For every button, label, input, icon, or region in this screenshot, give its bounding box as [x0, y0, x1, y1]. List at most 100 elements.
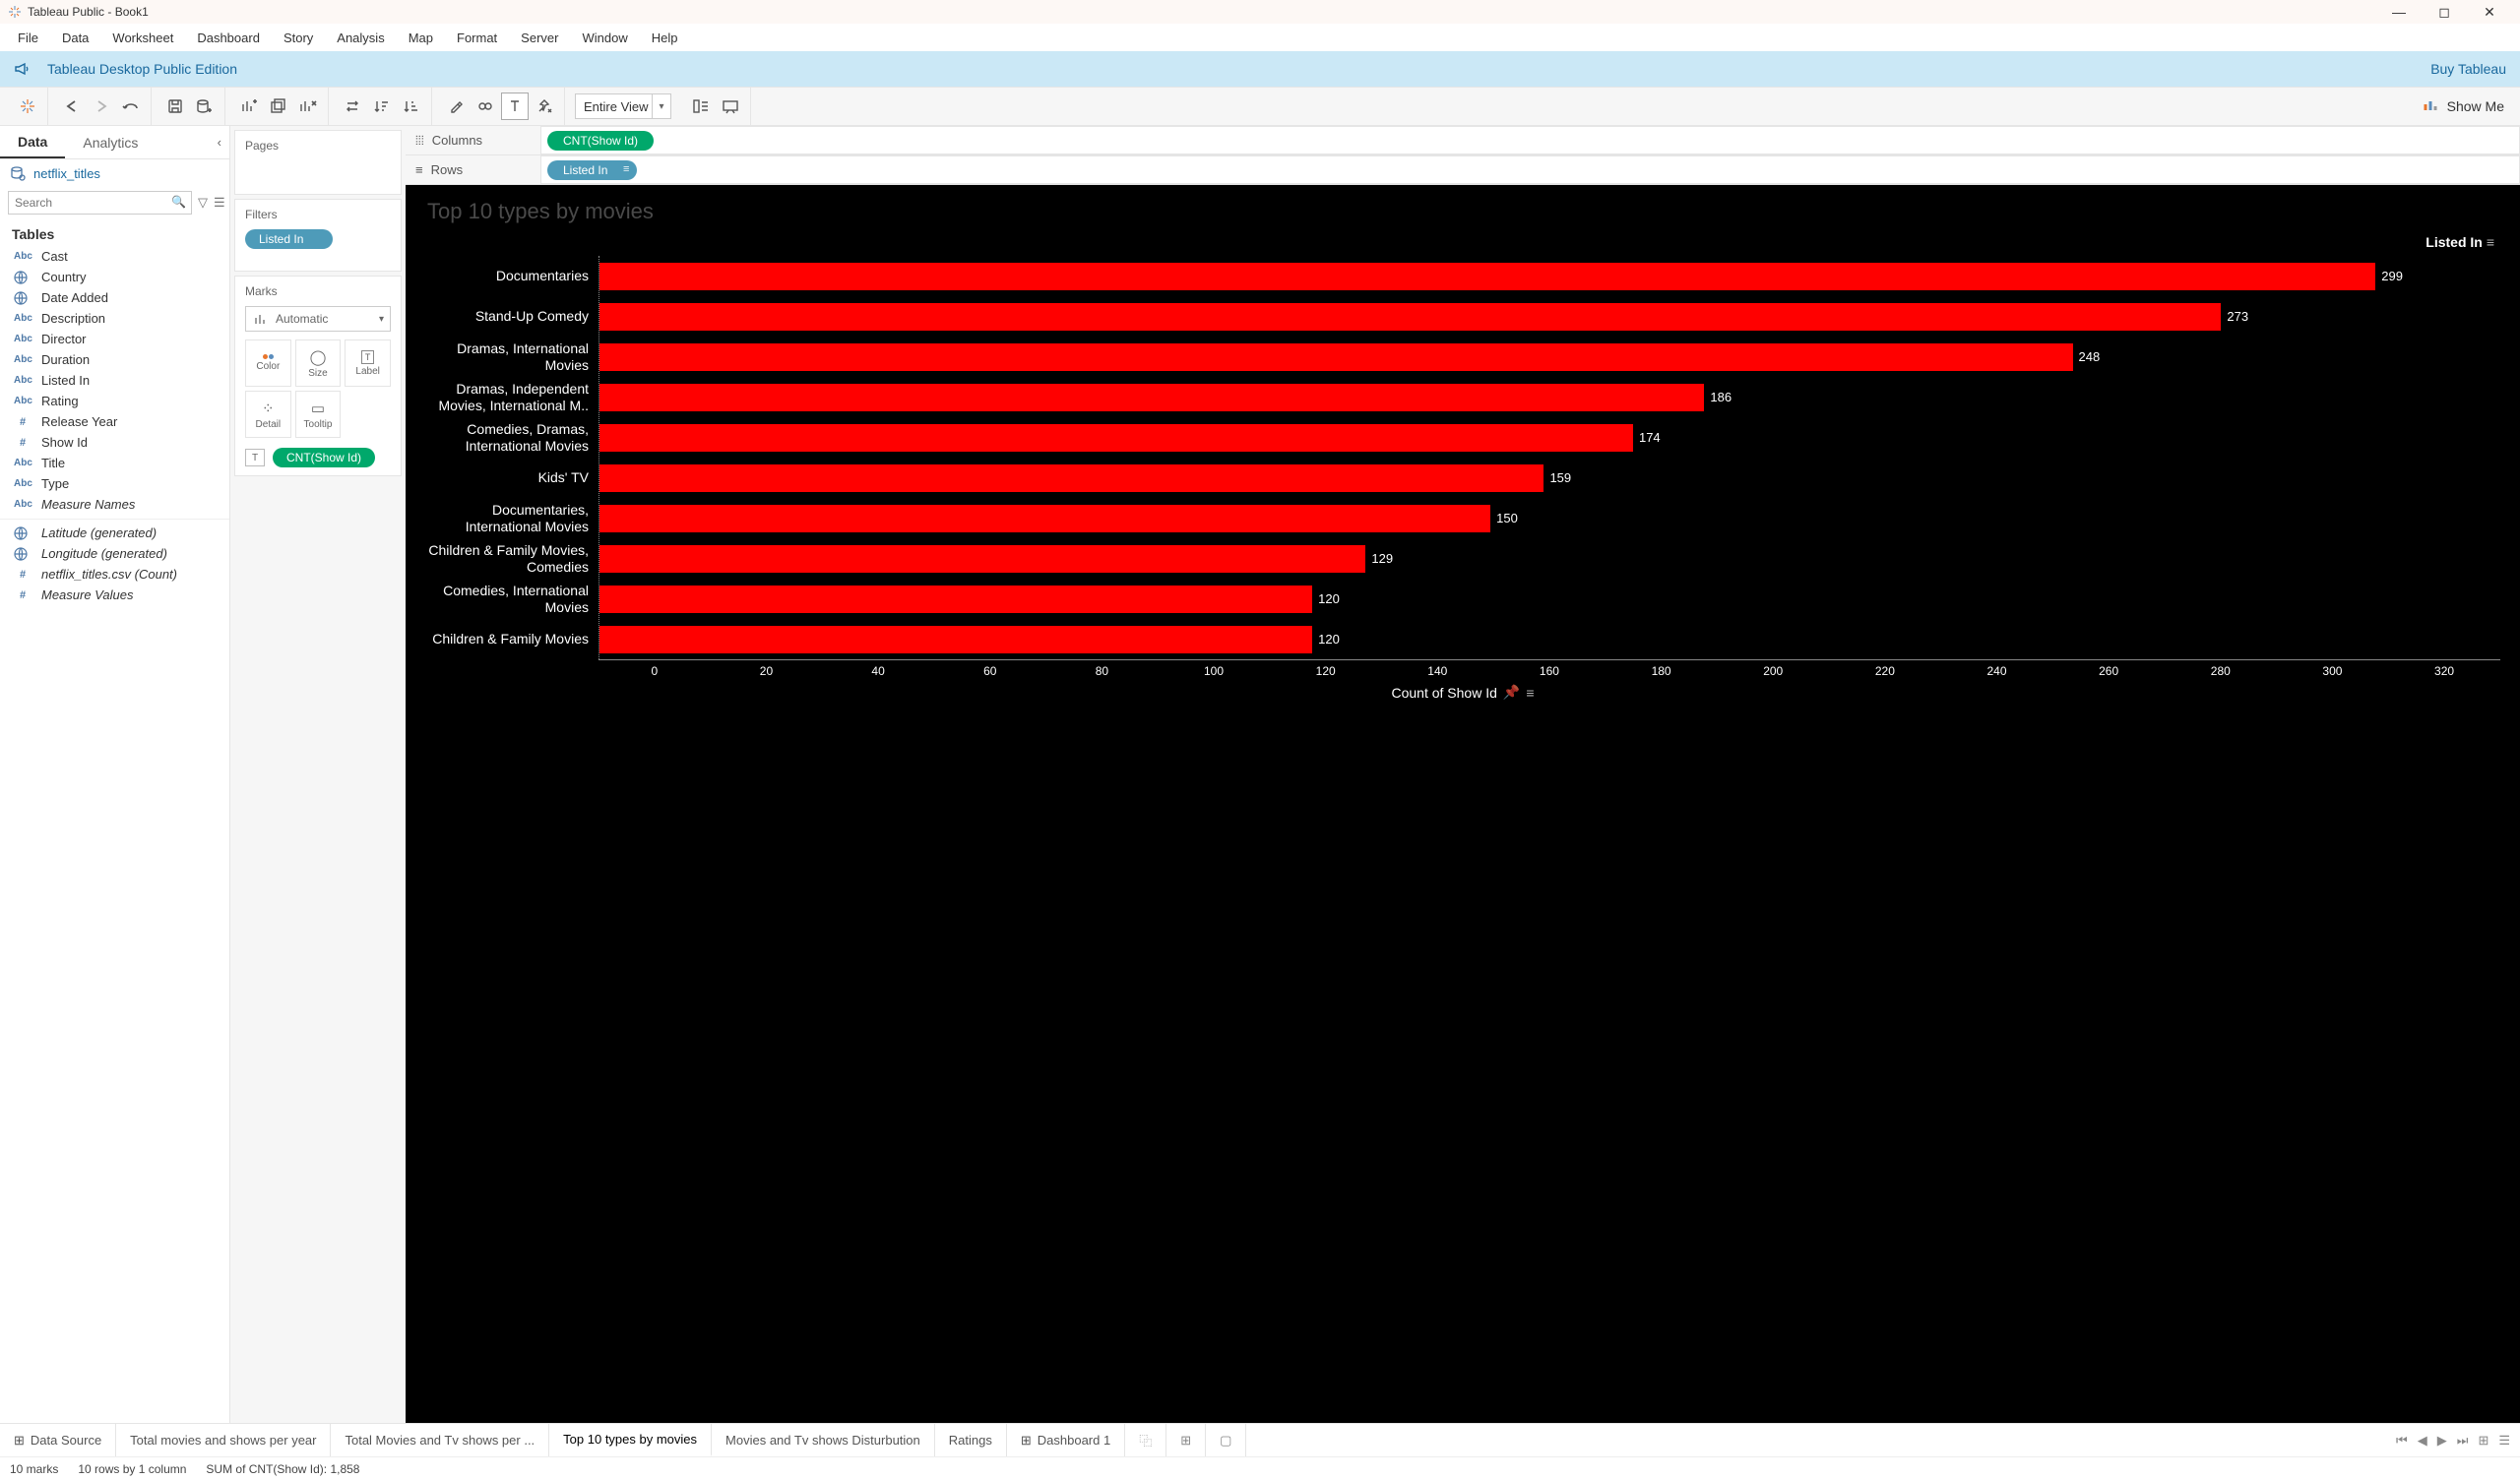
bar[interactable] [599, 586, 1312, 613]
columns-pill[interactable]: CNT(Show Id) [547, 131, 654, 151]
rows-shelf[interactable]: ≡Rows Listed In [406, 155, 2520, 185]
clear-button[interactable] [294, 92, 322, 120]
field-latitude-generated-[interactable]: Latitude (generated) [0, 519, 229, 543]
sort-asc-button[interactable] [368, 92, 396, 120]
tabs-grid-icon[interactable]: ⊞ [2478, 1433, 2488, 1449]
field-release-year[interactable]: #Release Year [0, 411, 229, 432]
group-button[interactable] [472, 92, 499, 120]
menu-story[interactable]: Story [272, 27, 325, 49]
field-rating[interactable]: AbcRating [0, 391, 229, 411]
view-icon[interactable]: ☰ [214, 195, 225, 211]
collapse-pane-icon[interactable]: ‹ [210, 135, 229, 150]
menu-dashboard[interactable]: Dashboard [185, 27, 272, 49]
filter-pill[interactable]: Listed In [245, 229, 333, 249]
tab-dashboard-1[interactable]: ⊞Dashboard 1 [1007, 1424, 1125, 1456]
mark-detail[interactable]: ⁘Detail [245, 391, 291, 438]
forward-button[interactable] [88, 92, 115, 120]
labels-button[interactable] [501, 92, 529, 120]
columns-shelf[interactable]: ⦙⦙⦙Columns CNT(Show Id) [406, 126, 2520, 155]
bar[interactable] [599, 464, 1544, 492]
menu-server[interactable]: Server [509, 27, 570, 49]
tab-data[interactable]: Data [0, 126, 65, 158]
swap-button[interactable] [339, 92, 366, 120]
tab-sheet-3[interactable]: Top 10 types by movies [549, 1424, 712, 1456]
show-cards-button[interactable] [687, 92, 715, 120]
undo-button[interactable] [117, 92, 145, 120]
show-me-button[interactable]: Show Me [2424, 98, 2512, 114]
menu-data[interactable]: Data [50, 27, 100, 49]
menu-help[interactable]: Help [640, 27, 690, 49]
close-button[interactable]: ✕ [2467, 0, 2512, 24]
next-tab-icon[interactable]: ▶ [2437, 1433, 2447, 1449]
mark-tooltip[interactable]: ▭Tooltip [295, 391, 342, 438]
field-date-added[interactable]: Date Added [0, 287, 229, 308]
field-director[interactable]: AbcDirector [0, 329, 229, 349]
field-title[interactable]: AbcTitle [0, 453, 229, 473]
field-duration[interactable]: AbcDuration [0, 349, 229, 370]
bar[interactable] [599, 424, 1633, 452]
duplicate-button[interactable] [265, 92, 292, 120]
mark-pill[interactable]: CNT(Show Id) [273, 448, 375, 467]
pages-shelf[interactable]: Pages [234, 130, 402, 195]
bar[interactable] [599, 263, 2375, 290]
tab-data-source[interactable]: ⊞Data Source [0, 1424, 116, 1456]
minimize-button[interactable]: ― [2376, 0, 2422, 24]
pin-icon[interactable]: 📌 [1503, 684, 1520, 701]
maximize-button[interactable]: ◻ [2422, 0, 2467, 24]
bar[interactable] [599, 384, 1704, 411]
tab-sheet-4[interactable]: Movies and Tv shows Disturbution [712, 1424, 935, 1456]
field-longitude-generated-[interactable]: Longitude (generated) [0, 543, 229, 564]
menu-format[interactable]: Format [445, 27, 509, 49]
rows-pill[interactable]: Listed In [547, 160, 637, 180]
bar[interactable] [599, 626, 1312, 653]
presentation-button[interactable] [717, 92, 744, 120]
sort-icon[interactable]: ≡ [1526, 685, 1534, 701]
tab-analytics[interactable]: Analytics [65, 126, 156, 158]
new-dashboard-tab[interactable]: ⊞ [1166, 1424, 1206, 1456]
pin-button[interactable] [531, 92, 558, 120]
bar[interactable] [599, 343, 2073, 371]
buy-tableau-link[interactable]: Buy Tableau [2430, 61, 2506, 77]
highlight-button[interactable] [442, 92, 470, 120]
field-type[interactable]: AbcType [0, 473, 229, 494]
menu-window[interactable]: Window [570, 27, 639, 49]
filter-icon[interactable]: ▽ [198, 195, 208, 211]
menu-analysis[interactable]: Analysis [325, 27, 396, 49]
menu-file[interactable]: File [6, 27, 50, 49]
menu-worksheet[interactable]: Worksheet [100, 27, 185, 49]
back-button[interactable] [58, 92, 86, 120]
field-listed-in[interactable]: AbcListed In [0, 370, 229, 391]
tableau-icon[interactable] [14, 92, 41, 120]
visualization[interactable]: Top 10 types by movies Listed In≡ Docume… [406, 185, 2520, 1423]
prev-tab-icon[interactable]: ◀ [2418, 1433, 2427, 1449]
datasource-row[interactable]: netflix_titles [0, 159, 229, 187]
fit-dropdown[interactable]: Entire View [575, 93, 671, 119]
field-show-id[interactable]: #Show Id [0, 432, 229, 453]
field-cast[interactable]: AbcCast [0, 246, 229, 267]
tab-sheet-2[interactable]: Total Movies and Tv shows per ... [331, 1424, 549, 1456]
new-story-tab[interactable]: ▢ [1206, 1424, 1246, 1456]
menu-map[interactable]: Map [397, 27, 445, 49]
sort-desc-button[interactable] [398, 92, 425, 120]
sort-icon[interactable]: ≡ [2487, 234, 2494, 250]
field-netflix-titles-csv-count-[interactable]: #netflix_titles.csv (Count) [0, 564, 229, 585]
tabs-list-icon[interactable]: ☰ [2498, 1433, 2510, 1449]
last-tab-icon[interactable]: ⏭ [2457, 1433, 2469, 1449]
field-measure-values[interactable]: #Measure Values [0, 585, 229, 605]
mark-type-dropdown[interactable]: Automatic [245, 306, 391, 332]
bar[interactable] [599, 505, 1490, 532]
field-measure-names[interactable]: AbcMeasure Names [0, 494, 229, 515]
tab-sheet-5[interactable]: Ratings [935, 1424, 1007, 1456]
save-button[interactable] [161, 92, 189, 120]
mark-label[interactable]: TLabel [345, 339, 391, 387]
tab-sheet-1[interactable]: Total movies and shows per year [116, 1424, 331, 1456]
mark-color[interactable]: Color [245, 339, 291, 387]
search-input[interactable] [8, 191, 192, 215]
first-tab-icon[interactable]: ⏮ [2396, 1433, 2408, 1449]
filters-shelf[interactable]: Filters Listed In [234, 199, 402, 272]
field-description[interactable]: AbcDescription [0, 308, 229, 329]
new-worksheet-tab[interactable]: ⿻ [1125, 1424, 1166, 1456]
new-data-button[interactable] [191, 92, 219, 120]
bar[interactable] [599, 303, 2221, 331]
mark-size[interactable]: ◯Size [295, 339, 342, 387]
